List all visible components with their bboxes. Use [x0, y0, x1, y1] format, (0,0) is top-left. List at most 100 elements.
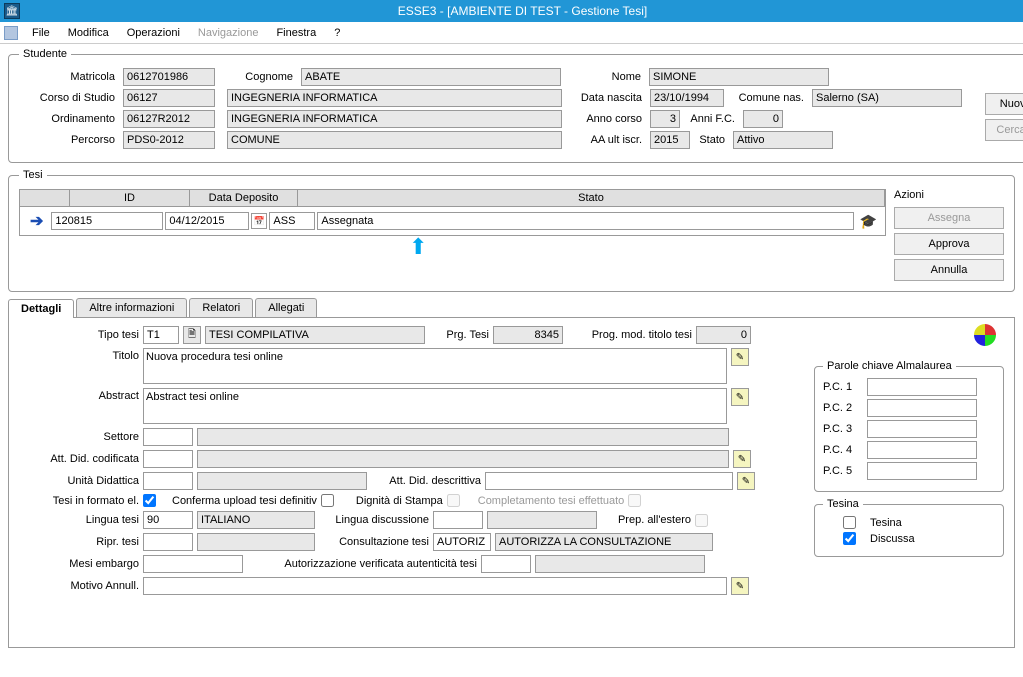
tipotesi-des: TESI COMPILATIVA: [205, 326, 425, 344]
tabstrip: Dettagli Altre informazioni Relatori All…: [8, 298, 1015, 318]
globe-icon[interactable]: [974, 324, 996, 346]
current-row-arrow-icon: ➔: [24, 211, 49, 231]
attcod-edit-icon[interactable]: ✎: [733, 450, 751, 468]
conferma-checkbox[interactable]: [321, 494, 334, 507]
mesi-input[interactable]: [143, 555, 243, 573]
menu-help[interactable]: ?: [326, 25, 348, 41]
attcod-input[interactable]: [143, 450, 193, 468]
pc3-label: P.C. 3: [823, 423, 863, 435]
abstract-edit-icon[interactable]: ✎: [731, 388, 749, 406]
menu-operazioni[interactable]: Operazioni: [119, 25, 188, 41]
percorso-des: COMUNE: [227, 131, 562, 149]
cerca-studente-button: Cerca studente: [985, 119, 1023, 141]
ripr-cod[interactable]: [143, 533, 193, 551]
datanascita-value: 23/10/1994: [650, 89, 724, 107]
assegna-button: Assegna: [894, 207, 1004, 229]
annocorso-value: 3: [650, 110, 680, 128]
pc2-input[interactable]: [867, 399, 977, 417]
titolo-label: Titolo: [19, 348, 139, 362]
pc4-input[interactable]: [867, 441, 977, 459]
nuova-ricerca-button[interactable]: Nuova ricerca: [985, 93, 1023, 115]
col-id: ID: [70, 190, 190, 206]
abstract-textarea[interactable]: Abstract tesi online: [143, 388, 727, 424]
prepestero-label: Prep. all'estero: [601, 514, 691, 526]
autver-cod[interactable]: [481, 555, 531, 573]
calendar-icon[interactable]: 📅: [251, 213, 267, 229]
approva-button[interactable]: Approva: [894, 233, 1004, 255]
titlebar: 🏛 ESSE3 - [AMBIENTE DI TEST - Gestione T…: [0, 0, 1023, 22]
percorso-cod: PDS0-2012: [123, 131, 215, 149]
formato-checkbox[interactable]: [143, 494, 156, 507]
titolo-edit-icon[interactable]: ✎: [731, 348, 749, 366]
tipotesi-cod[interactable]: [143, 326, 179, 344]
linguadisc-cod[interactable]: [433, 511, 483, 529]
col-stato: Stato: [298, 190, 885, 206]
tesina-checkbox[interactable]: [843, 516, 856, 529]
pc4-label: P.C. 4: [823, 444, 863, 456]
linguadisc-des: [487, 511, 597, 529]
unita-des: [197, 472, 367, 490]
annulla-button[interactable]: Annulla: [894, 259, 1004, 281]
annifc-value: 0: [743, 110, 783, 128]
discussa-label: Discussa: [870, 533, 915, 545]
pc1-label: P.C. 1: [823, 381, 863, 393]
motivo-label: Motivo Annull.: [19, 580, 139, 592]
attdesc-edit-icon[interactable]: ✎: [737, 472, 755, 490]
studente-group: Studente Matricola 0612701986 Cognome AB…: [8, 48, 1023, 163]
formato-label: Tesi in formato el.: [19, 495, 139, 507]
azioni-label: Azioni: [894, 189, 1004, 203]
dignita-checkbox: [447, 494, 460, 507]
tesi-group: Tesi ID Data Deposito Stato ➔ 📅 🎓: [8, 169, 1015, 292]
lingua-cod[interactable]: [143, 511, 193, 529]
tesi-row[interactable]: ➔ 📅 🎓: [20, 207, 885, 235]
tab-allegati[interactable]: Allegati: [255, 298, 317, 317]
matricola-value: 0612701986: [123, 68, 215, 86]
nome-label: Nome: [565, 71, 645, 83]
annifc-label: Anni F.C.: [684, 113, 739, 125]
attdesc-input[interactable]: [485, 472, 733, 490]
tesi-data-input[interactable]: [165, 212, 249, 230]
tesi-statodes-input[interactable]: [317, 212, 853, 230]
tab-relatori[interactable]: Relatori: [189, 298, 253, 317]
attcod-label: Att. Did. codificata: [19, 453, 139, 465]
dignita-label: Dignità di Stampa: [356, 495, 443, 507]
attdesc-label: Att. Did. descrittiva: [371, 475, 481, 487]
menu-file[interactable]: File: [24, 25, 58, 41]
nome-value: SIMONE: [649, 68, 829, 86]
titolo-textarea[interactable]: Nuova procedura tesi online: [143, 348, 727, 384]
cons-label: Consultazione tesi: [319, 536, 429, 548]
parolechiave-group: Parole chiave Almalaurea P.C. 1 P.C. 2 P…: [814, 360, 1004, 492]
prepestero-checkbox: [695, 514, 708, 527]
lingua-des: ITALIANO: [197, 511, 315, 529]
lingua-label: Lingua tesi: [19, 514, 139, 526]
menu-modifica[interactable]: Modifica: [60, 25, 117, 41]
menubar: File Modifica Operazioni Navigazione Fin…: [0, 22, 1023, 44]
ripr-des: [197, 533, 315, 551]
pc5-input[interactable]: [867, 462, 977, 480]
settore-des: [197, 428, 729, 446]
corso-des: INGEGNERIA INFORMATICA: [227, 89, 562, 107]
pointer-arrow-icon: ⬆: [409, 234, 886, 260]
pc3-input[interactable]: [867, 420, 977, 438]
pc1-input[interactable]: [867, 378, 977, 396]
autver-label: Autorizzazione verificata autenticità te…: [247, 558, 477, 570]
tesi-statocod-input[interactable]: [269, 212, 315, 230]
tipotesi-lookup-icon[interactable]: 🗎: [183, 326, 201, 344]
menu-finestra[interactable]: Finestra: [268, 25, 324, 41]
unita-input[interactable]: [143, 472, 193, 490]
settore-input[interactable]: [143, 428, 193, 446]
pc5-label: P.C. 5: [823, 465, 863, 477]
system-menu-icon[interactable]: [4, 26, 18, 40]
tesi-id-input[interactable]: [51, 212, 163, 230]
tesi-legend: Tesi: [19, 169, 47, 181]
tab-altre[interactable]: Altre informazioni: [76, 298, 187, 317]
comune-value: Salerno (SA): [812, 89, 962, 107]
tipotesi-label: Tipo tesi: [19, 329, 139, 341]
autver-des: [535, 555, 705, 573]
cons-cod[interactable]: [433, 533, 491, 551]
discussa-checkbox[interactable]: [843, 532, 856, 545]
tab-dettagli[interactable]: Dettagli: [8, 299, 74, 318]
motivo-edit-icon[interactable]: ✎: [731, 577, 749, 595]
motivo-input[interactable]: [143, 577, 727, 595]
prgtesi-label: Prg. Tesi: [429, 329, 489, 341]
